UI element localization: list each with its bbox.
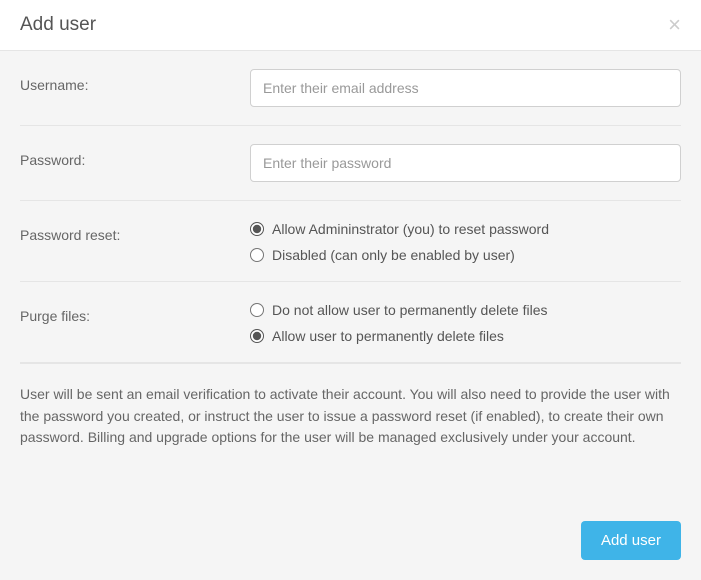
- modal-body: Username: Password: Password reset: Allo…: [0, 51, 701, 505]
- password-reset-allow-radio[interactable]: [250, 222, 264, 236]
- purge-files-label: Purge files:: [20, 300, 250, 324]
- purge-files-disallow-option[interactable]: Do not allow user to permanently delete …: [250, 302, 681, 318]
- password-reset-disabled-label: Disabled (can only be enabled by user): [272, 247, 515, 263]
- password-reset-row: Password reset: Allow Admininstrator (yo…: [20, 201, 681, 282]
- password-control: [250, 144, 681, 182]
- username-control: [250, 69, 681, 107]
- close-icon[interactable]: ×: [668, 14, 681, 36]
- password-reset-allow-label: Allow Admininstrator (you) to reset pass…: [272, 221, 549, 237]
- purge-files-disallow-radio[interactable]: [250, 303, 264, 317]
- password-reset-radio-group: Allow Admininstrator (you) to reset pass…: [250, 219, 681, 263]
- password-input[interactable]: [250, 144, 681, 182]
- purge-files-row: Purge files: Do not allow user to perman…: [20, 282, 681, 363]
- password-label: Password:: [20, 144, 250, 168]
- purge-files-allow-label: Allow user to permanently delete files: [272, 328, 504, 344]
- password-row: Password:: [20, 126, 681, 201]
- purge-files-disallow-label: Do not allow user to permanently delete …: [272, 302, 547, 318]
- modal-footer: Add user: [0, 505, 701, 580]
- purge-files-control: Do not allow user to permanently delete …: [250, 300, 681, 344]
- password-reset-disabled-radio[interactable]: [250, 248, 264, 262]
- purge-files-allow-option[interactable]: Allow user to permanently delete files: [250, 328, 681, 344]
- add-user-button[interactable]: Add user: [581, 521, 681, 560]
- modal-title: Add user: [20, 14, 96, 36]
- username-row: Username:: [20, 51, 681, 126]
- purge-files-radio-group: Do not allow user to permanently delete …: [250, 300, 681, 344]
- username-label: Username:: [20, 69, 250, 93]
- purge-files-allow-radio[interactable]: [250, 329, 264, 343]
- modal-header: Add user ×: [0, 0, 701, 51]
- username-input[interactable]: [250, 69, 681, 107]
- add-user-modal: Add user × Username: Password: Password …: [0, 0, 701, 580]
- password-reset-disabled-option[interactable]: Disabled (can only be enabled by user): [250, 247, 681, 263]
- password-reset-label: Password reset:: [20, 219, 250, 243]
- password-reset-allow-option[interactable]: Allow Admininstrator (you) to reset pass…: [250, 221, 681, 237]
- info-text: User will be sent an email verification …: [20, 363, 681, 457]
- password-reset-control: Allow Admininstrator (you) to reset pass…: [250, 219, 681, 263]
